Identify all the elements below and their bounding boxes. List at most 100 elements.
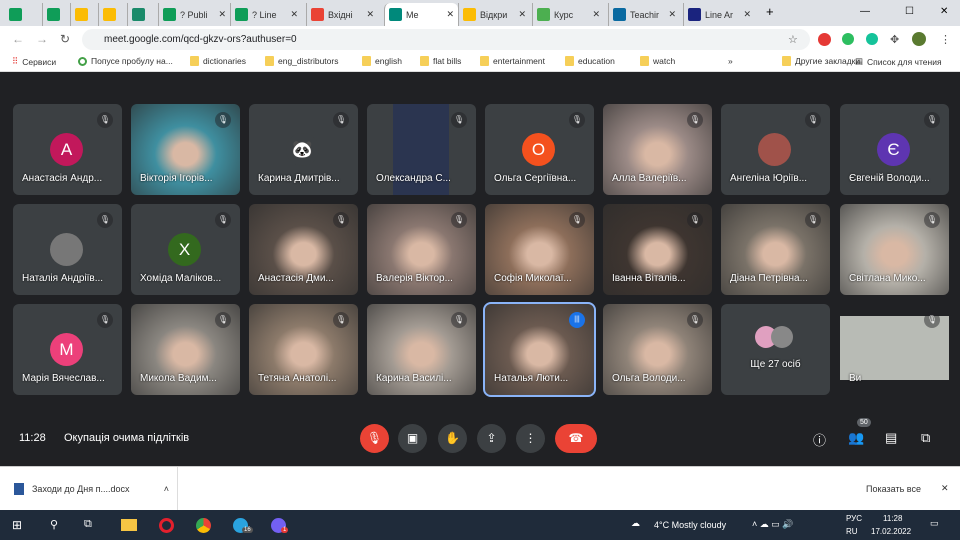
close-tab-icon[interactable]: ✕ [446, 9, 454, 20]
participant-tile[interactable]: 🎙 Карина Василі... [367, 304, 476, 395]
participant-tile[interactable]: 🎙 Софія Миколаї... [485, 204, 594, 295]
bookmark-item[interactable]: watch [640, 56, 675, 66]
evernote-icon[interactable] [842, 33, 854, 45]
tab[interactable] [98, 3, 126, 26]
people-icon[interactable]: 👥 [848, 430, 864, 446]
participant-tile[interactable]: 🎙 Валерія Віктор... [367, 204, 476, 295]
participant-tile[interactable]: 🎙 Алла Валеріїв... [603, 104, 712, 195]
notifications-icon[interactable]: ▭ [930, 518, 939, 529]
participant-tile[interactable]: 🎙 Микола Вадим... [131, 304, 240, 395]
bookmark-item[interactable]: flat bills [420, 56, 461, 66]
close-download-bar-icon[interactable]: ✕ [941, 483, 949, 494]
download-item[interactable]: Заходи до Дня п....docx ˄ [0, 467, 178, 510]
participant-tile[interactable]: 🎙 Вікторія Ігорів... [131, 104, 240, 195]
bookmark-item[interactable]: Другие закладки [782, 56, 860, 66]
participant-tile[interactable]: 🎙 Олександра С... [367, 104, 476, 195]
adblock-icon[interactable] [818, 32, 831, 46]
opera-icon[interactable] [159, 518, 174, 533]
extensions-icon[interactable]: ✥ [890, 33, 899, 46]
search-icon[interactable]: ⚲ [50, 518, 58, 531]
bookmark-item[interactable]: ⠿ Сервиси [12, 56, 56, 67]
participant-tile[interactable]: О 🎙 Ольга Сергіївна... [485, 104, 594, 195]
bookmark-item[interactable]: eng_distributors [265, 56, 338, 66]
back-icon[interactable]: ← [12, 32, 24, 46]
chat-icon[interactable]: ▤ [885, 430, 897, 446]
new-tab-button[interactable]: + [766, 4, 774, 19]
raise-hand-button[interactable]: ✋ [438, 424, 467, 453]
tab[interactable]: Me ✕ [384, 3, 458, 26]
maximize-icon[interactable]: ☐ [905, 6, 914, 17]
present-button[interactable]: ⇪ [477, 424, 506, 453]
close-tab-icon[interactable]: ✕ [518, 9, 526, 20]
bookmark-item[interactable]: ▤ Список для чтения [855, 56, 942, 67]
tab[interactable] [5, 3, 33, 26]
close-tab-icon[interactable]: ✕ [743, 9, 751, 20]
info-icon[interactable]: ⓘ [813, 430, 826, 449]
profile-avatar[interactable] [912, 32, 926, 46]
more-participants-tile[interactable]: Ще 27 осіб [721, 304, 830, 395]
participant-tile[interactable]: 🎙 Анастасія Дми... [249, 204, 358, 295]
language-indicator[interactable]: РУС [846, 514, 862, 523]
more-options-button[interactable]: ⋮ [516, 424, 545, 453]
chevron-up-icon[interactable]: ˄ [164, 484, 169, 494]
leave-call-button[interactable]: ☎ [555, 424, 597, 453]
participant-tile[interactable]: 🎙 Тетяна Анатолі... [249, 304, 358, 395]
taskbar-time[interactable]: 11:28 [883, 514, 902, 523]
weather-text[interactable]: 4°C Mostly cloudy [654, 520, 726, 530]
tab[interactable]: Відкри ✕ [458, 3, 530, 26]
bookmark-item[interactable]: dictionaries [190, 56, 246, 66]
participant-tile[interactable]: ||| Наталья Люти... [483, 302, 596, 397]
tab[interactable] [42, 3, 70, 26]
chrome-icon[interactable] [196, 518, 211, 533]
participant-tile[interactable]: Є 🎙 Євгеній Володи... [840, 104, 949, 195]
participant-name: Алла Валеріїв... [612, 173, 687, 184]
bookmark-item[interactable]: education [565, 56, 615, 66]
taskbar-date[interactable]: 17.02.2022 [871, 527, 911, 536]
tab[interactable]: ? Line ✕ [230, 3, 302, 26]
tab[interactable]: ? Publi ✕ [158, 3, 230, 26]
mic-off-button[interactable]: 🎙 [360, 424, 389, 453]
url-input[interactable]: meet.google.com/qcd-gkzv-ors?authuser=0 [82, 29, 810, 50]
tab[interactable] [70, 3, 98, 26]
participant-tile[interactable]: М 🎙 Марія Вячеслав... [13, 304, 122, 395]
file-explorer-icon[interactable] [121, 519, 137, 531]
task-view-icon[interactable]: ⧉ [84, 518, 92, 531]
reload-icon[interactable]: ↻ [60, 32, 70, 46]
tab[interactable]: Вхідні ✕ [306, 3, 378, 26]
close-tab-icon[interactable]: ✕ [366, 9, 374, 20]
grammarly-icon[interactable] [866, 33, 878, 45]
participant-tile[interactable]: Х 🎙 Хоміда Маліков... [131, 204, 240, 295]
activities-icon[interactable]: ⧉ [921, 430, 930, 446]
show-all-button[interactable]: Показать все [866, 484, 921, 494]
self-tile[interactable]: 🎙 Ви [840, 304, 949, 395]
tab[interactable]: Teachir ✕ [608, 3, 680, 26]
participant-tile[interactable]: 🎙 Світлана Мико... [840, 204, 949, 295]
participant-name: Іванна Віталів... [612, 273, 686, 284]
tab[interactable] [127, 3, 155, 26]
bookmark-item[interactable]: entertainment [480, 56, 545, 66]
bookmark-item[interactable]: » [728, 56, 733, 66]
close-tab-icon[interactable]: ✕ [290, 9, 298, 20]
system-tray-icons[interactable]: ˄ ☁ ▭ 🔊 [752, 519, 793, 530]
camera-button[interactable]: ▣ [398, 424, 427, 453]
forward-icon[interactable]: → [36, 32, 48, 46]
bookmark-item[interactable]: Попусе пробулу на... [78, 56, 173, 66]
participant-tile[interactable]: 🎙 Ангеліна Юріїв... [721, 104, 830, 195]
participant-tile[interactable]: 🎙 Іванна Віталів... [603, 204, 712, 295]
minimize-icon[interactable]: — [860, 6, 870, 17]
participant-tile[interactable]: 🐼 🎙 Карина Дмитрів... [249, 104, 358, 195]
close-tab-icon[interactable]: ✕ [218, 9, 226, 20]
tab[interactable]: Курс ✕ [532, 3, 604, 26]
start-icon[interactable]: ⊞ [12, 518, 22, 532]
tab[interactable]: Line Ar ✕ [683, 3, 755, 26]
participant-tile[interactable]: 🎙 Діана Петрівна... [721, 204, 830, 295]
close-window-icon[interactable]: ✕ [940, 6, 948, 17]
bookmark-star-icon[interactable]: ☆ [788, 33, 798, 46]
participant-tile[interactable]: А 🎙 Анастасія Андр... [13, 104, 122, 195]
participant-tile[interactable]: 🎙 Наталія Андріїв... [13, 204, 122, 295]
menu-icon[interactable]: ⋮ [940, 33, 951, 46]
participant-tile[interactable]: 🎙 Ольга Володи... [603, 304, 712, 395]
close-tab-icon[interactable]: ✕ [592, 9, 600, 20]
bookmark-item[interactable]: english [362, 56, 402, 66]
close-tab-icon[interactable]: ✕ [668, 9, 676, 20]
